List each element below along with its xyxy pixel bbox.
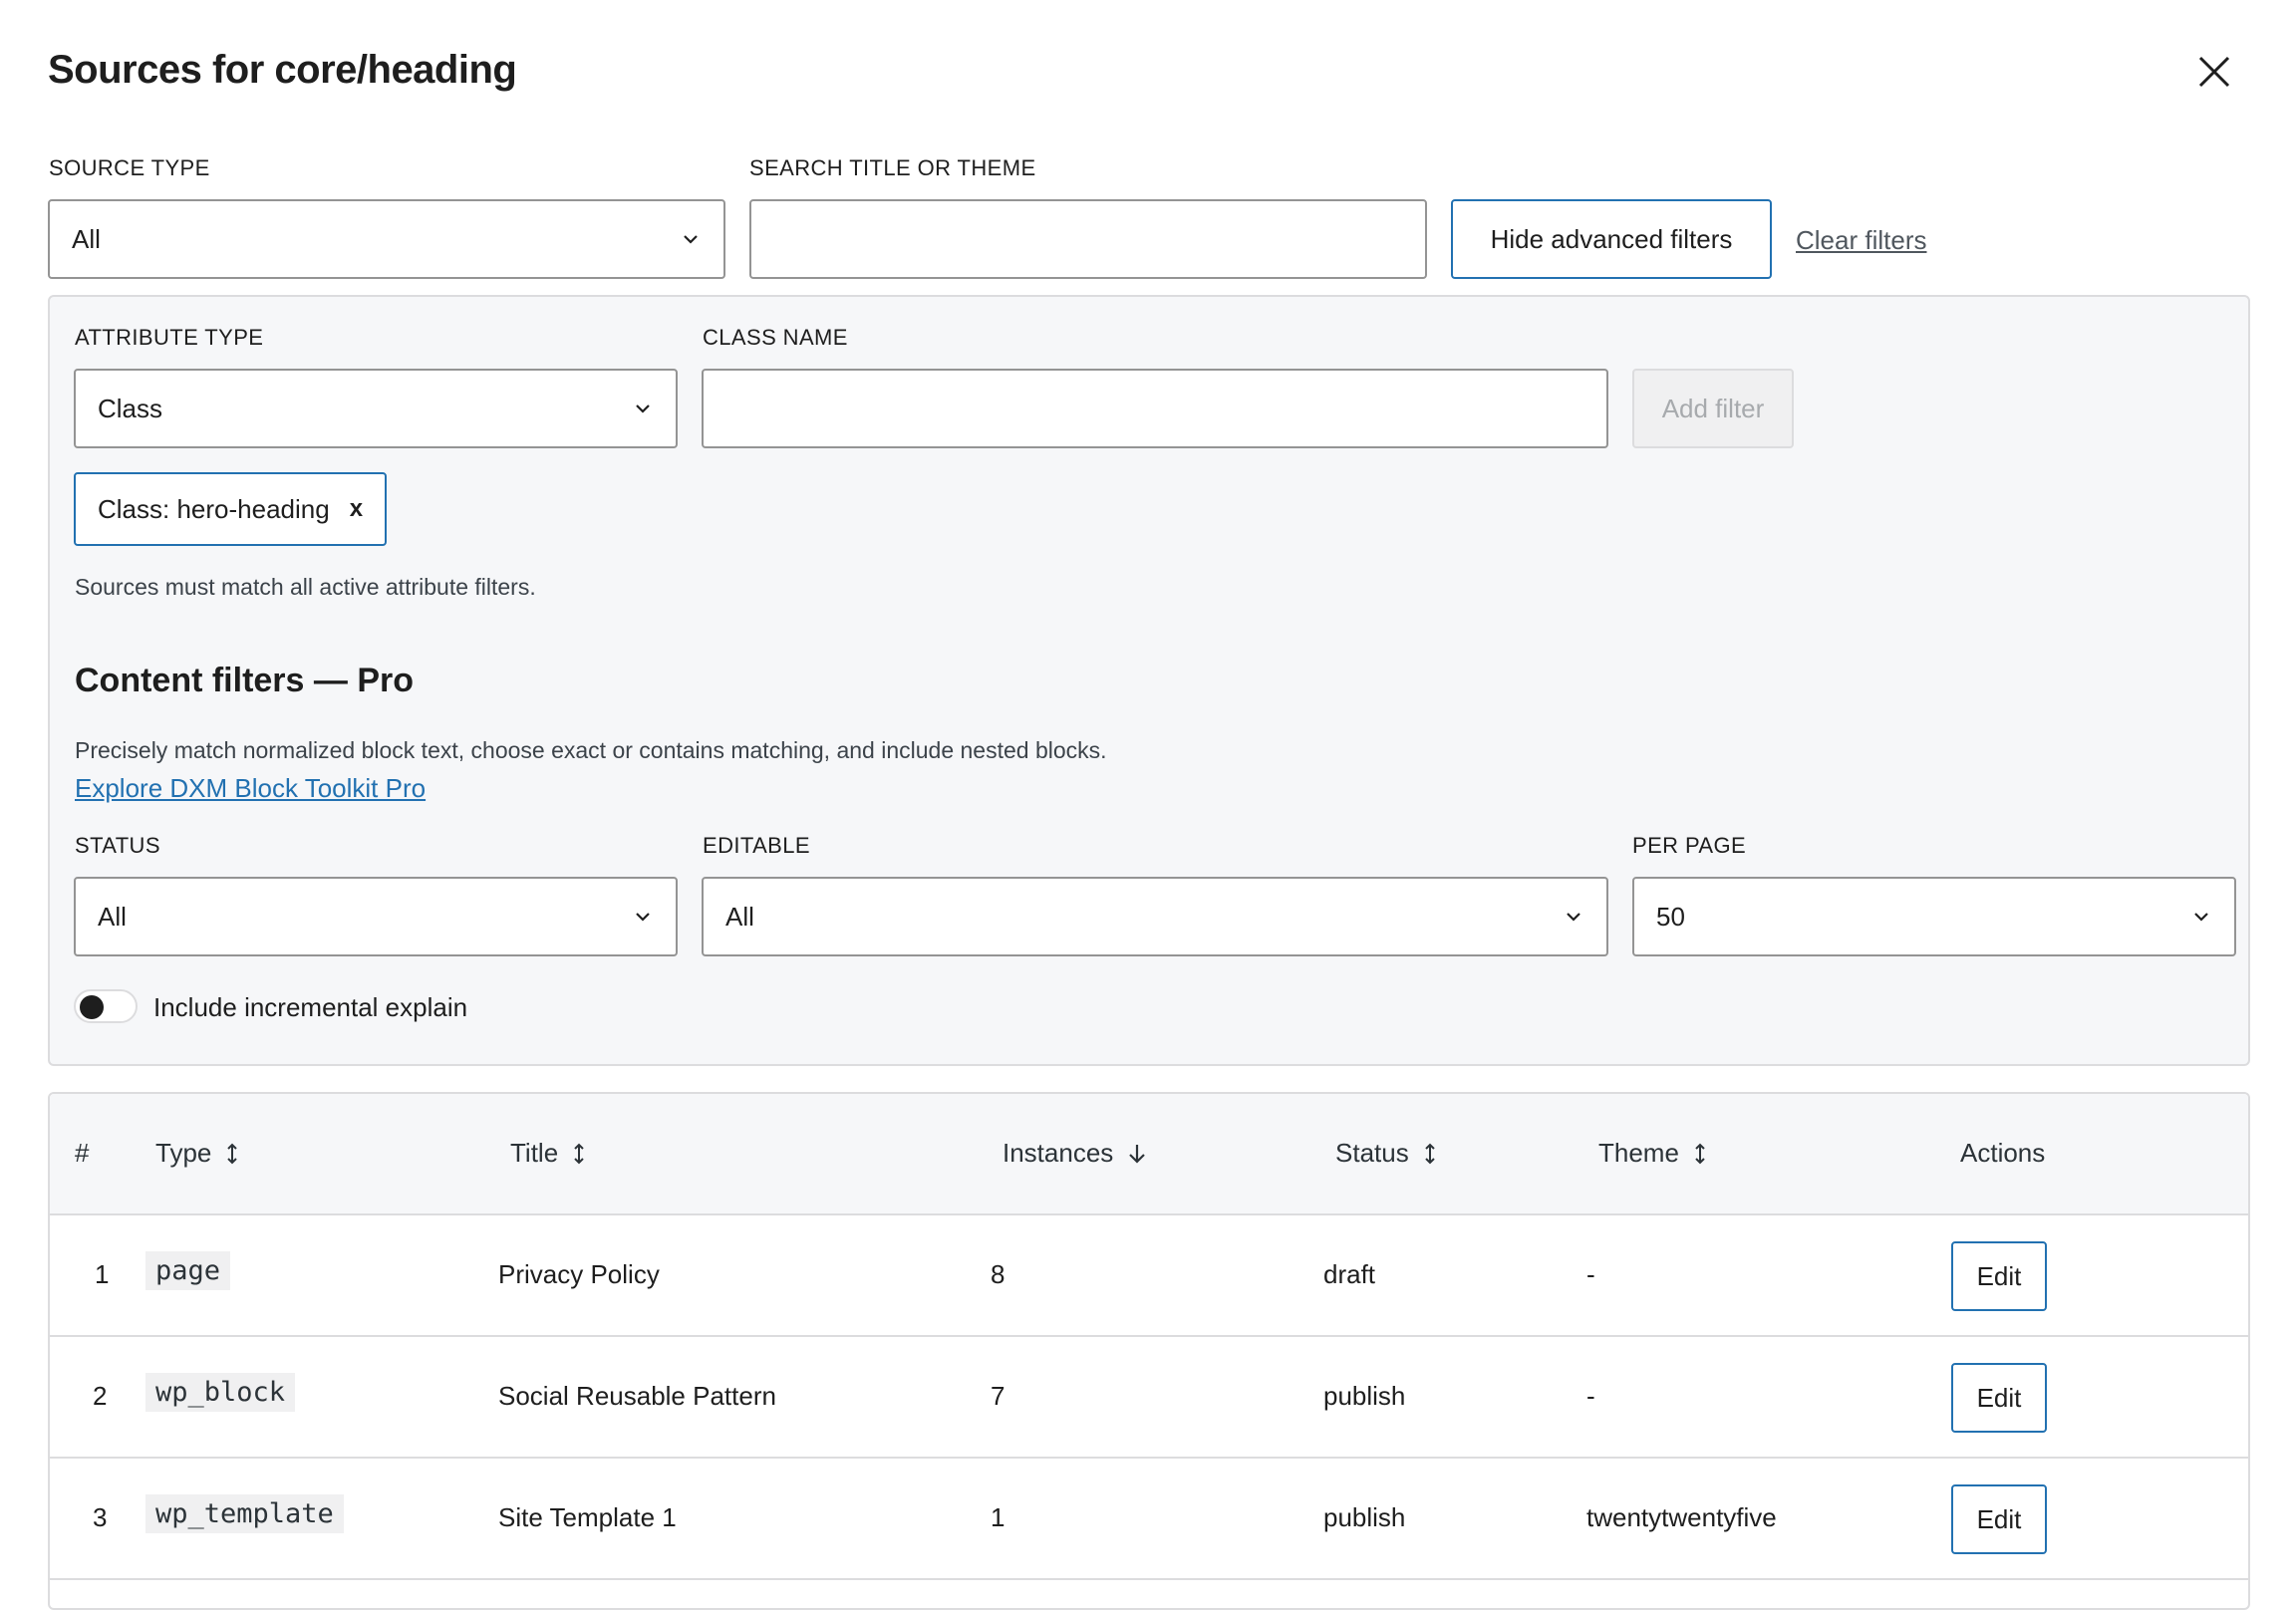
column-header-status-label: Status [1335, 1138, 1409, 1168]
sort-icon [227, 1143, 238, 1164]
row-type: wp_block [145, 1373, 296, 1412]
incremental-explain-toggle[interactable] [74, 989, 138, 1023]
per-page-select[interactable]: 50 [1632, 877, 2236, 956]
column-header-title-label: Title [510, 1138, 559, 1168]
column-header-instances-label: Instances [1003, 1138, 1114, 1168]
edit-button[interactable]: Edit [1951, 1363, 2047, 1433]
row-index: 3 [93, 1502, 108, 1532]
content-filters-title: Content filters — Pro [75, 662, 415, 699]
table-row: 3 wp_template Site Template 1 1 publish … [50, 1459, 2248, 1580]
attribute-type-value: Class [98, 393, 163, 423]
chevron-down-icon [684, 235, 698, 244]
edit-button[interactable]: Edit [1951, 1484, 2047, 1554]
column-header-actions: Actions [1960, 1138, 2045, 1169]
class-name-label: CLASS NAME [703, 325, 848, 350]
sort-icon [1425, 1143, 1435, 1164]
close-button[interactable] [2192, 50, 2236, 94]
column-header-instances[interactable]: Instances [1003, 1138, 1147, 1169]
chevron-down-icon [636, 404, 650, 413]
column-header-index: # [75, 1138, 89, 1169]
content-filters-description: Precisely match normalized block text, c… [75, 737, 1107, 763]
column-header-index-label: # [75, 1138, 90, 1168]
search-input[interactable] [749, 199, 1427, 279]
remove-filter-button[interactable]: x [350, 495, 363, 523]
attribute-filters-help: Sources must match all active attribute … [75, 574, 536, 600]
row-index: 1 [95, 1259, 110, 1289]
row-title: Social Reusable Pattern [498, 1381, 776, 1411]
per-page-label: PER PAGE [1632, 833, 1747, 858]
toggle-knob [80, 995, 104, 1019]
chevron-down-icon [2194, 913, 2208, 922]
attribute-type-select[interactable]: Class [74, 369, 678, 448]
row-instances: 7 [991, 1381, 1005, 1411]
column-header-status[interactable]: Status [1335, 1138, 1437, 1169]
active-filter-chip: Class: hero-heading x [74, 472, 388, 546]
row-status: publish [1323, 1381, 1406, 1411]
row-title: Privacy Policy [498, 1259, 660, 1289]
incremental-explain-label: Include incremental explain [153, 992, 468, 1022]
hide-advanced-filters-button[interactable]: Hide advanced filters [1451, 199, 1772, 279]
row-status: publish [1323, 1502, 1406, 1532]
class-name-input[interactable] [702, 369, 1608, 448]
editable-value: All [725, 901, 754, 932]
row-theme: - [1586, 1381, 1595, 1411]
column-header-type[interactable]: Type [155, 1138, 239, 1169]
row-index: 2 [93, 1381, 108, 1411]
source-type-value: All [72, 223, 101, 254]
close-icon [2198, 56, 2230, 88]
source-type-select[interactable]: All [48, 199, 725, 279]
explore-pro-link[interactable]: Explore DXM Block Toolkit Pro [75, 773, 426, 804]
sort-icon [574, 1143, 584, 1164]
column-header-title[interactable]: Title [510, 1138, 586, 1169]
table-row: 1 page Privacy Policy 8 draft - Edit [50, 1215, 2248, 1337]
row-theme: - [1586, 1259, 1595, 1289]
chevron-down-icon [636, 913, 650, 922]
row-theme: twentytwentyfive [1586, 1502, 1777, 1532]
column-header-theme-label: Theme [1598, 1138, 1679, 1168]
search-label: SEARCH TITLE OR THEME [749, 155, 1036, 180]
results-table: # Type Title Instances Status Theme Acti… [48, 1092, 2250, 1610]
row-instances: 8 [991, 1259, 1005, 1289]
attribute-type-label: ATTRIBUTE TYPE [75, 325, 264, 350]
edit-button[interactable]: Edit [1951, 1241, 2047, 1311]
row-title: Site Template 1 [498, 1502, 677, 1532]
editable-select[interactable]: All [702, 877, 1608, 956]
column-header-actions-label: Actions [1960, 1138, 2046, 1168]
editable-label: EDITABLE [703, 833, 810, 858]
row-type: wp_template [145, 1494, 344, 1533]
source-type-label: SOURCE TYPE [49, 155, 210, 180]
arrow-down-icon [1129, 1144, 1146, 1164]
table-header: # Type Title Instances Status Theme Acti… [50, 1094, 2248, 1215]
row-type: page [145, 1251, 231, 1290]
column-header-type-label: Type [155, 1138, 212, 1168]
status-value: All [98, 901, 127, 932]
modal-title: Sources for core/heading [48, 48, 517, 92]
add-filter-button[interactable]: Add filter [1632, 369, 1794, 448]
status-select[interactable]: All [74, 877, 678, 956]
per-page-value: 50 [1656, 901, 1685, 932]
sort-icon [1695, 1143, 1705, 1164]
row-instances: 1 [991, 1502, 1005, 1532]
chevron-down-icon [1567, 913, 1580, 922]
column-header-theme[interactable]: Theme [1598, 1138, 1707, 1169]
table-row: 2 wp_block Social Reusable Pattern 7 pub… [50, 1337, 2248, 1459]
status-label: STATUS [75, 833, 160, 858]
active-filter-chip-label: Class: hero-heading [98, 493, 330, 524]
clear-filters-link[interactable]: Clear filters [1796, 225, 1926, 256]
row-status: draft [1323, 1259, 1376, 1289]
